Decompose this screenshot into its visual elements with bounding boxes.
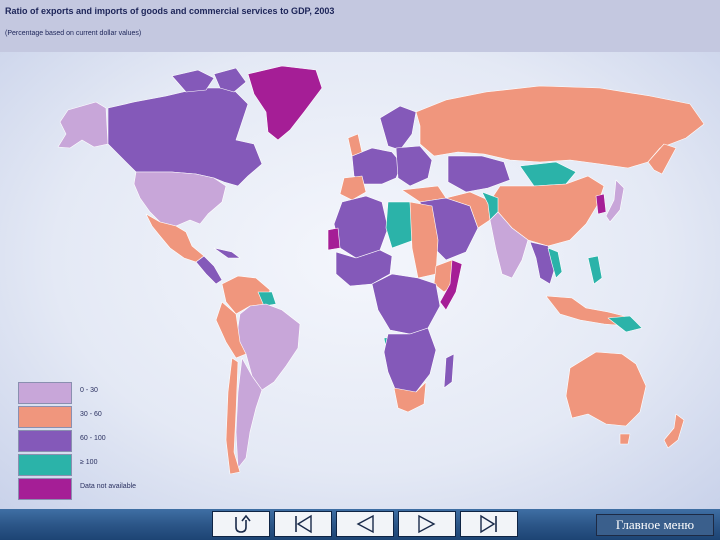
next-button[interactable] <box>398 511 456 537</box>
last-slide-icon <box>480 514 497 534</box>
region-korea <box>595 193 607 215</box>
legend-label-1: 30 - 60 <box>80 411 102 418</box>
prev-triangle-icon <box>356 514 374 534</box>
first-button[interactable] <box>274 511 332 537</box>
map-title: Ratio of exports and imports of goods an… <box>5 6 335 16</box>
region-new-zealand <box>663 413 685 449</box>
prev-button[interactable] <box>336 511 394 537</box>
region-iberia <box>339 175 367 201</box>
region-central-america <box>195 255 223 285</box>
legend-item-2: 60 - 100 <box>18 430 158 452</box>
navigation-bar: Главное меню <box>0 509 720 540</box>
legend-item-1: 30 - 60 <box>18 406 158 428</box>
region-libya <box>385 201 415 249</box>
map-subtitle: (Percentage based on current dollar valu… <box>5 30 142 37</box>
region-western-sahara <box>327 227 341 251</box>
legend-item-4: Data not available <box>18 478 158 500</box>
legend-item-3: ≥ 100 <box>18 454 158 476</box>
region-north-africa-west <box>333 195 389 259</box>
region-greenland <box>247 65 323 141</box>
legend-label-4: Data not available <box>80 483 137 490</box>
region-central-africa <box>371 273 441 335</box>
return-arrow-icon <box>235 514 251 533</box>
region-caribbean <box>213 247 241 259</box>
region-japan <box>605 179 625 223</box>
legend-label-2: 60 - 100 <box>80 435 106 442</box>
return-button[interactable] <box>212 511 270 537</box>
first-slide-icon <box>295 514 312 534</box>
legend-swatch-0 <box>18 382 72 404</box>
region-philippines <box>587 255 603 285</box>
region-southern-africa <box>383 327 437 397</box>
legend-item-0: 0 - 30 <box>18 382 158 404</box>
region-australia <box>565 351 647 427</box>
region-tasmania <box>619 433 631 445</box>
legend-label-0: 0 - 30 <box>80 387 98 394</box>
region-eastern-europe <box>395 145 433 187</box>
region-mongolia <box>519 161 577 187</box>
region-scandinavia <box>379 105 417 151</box>
legend-swatch-4 <box>18 478 72 500</box>
next-triangle-icon <box>418 514 436 534</box>
region-alaska <box>57 101 109 149</box>
nav-button-group <box>212 511 524 537</box>
legend-swatch-2 <box>18 430 72 452</box>
region-canada <box>107 87 263 187</box>
legend-swatch-1 <box>18 406 72 428</box>
region-uk <box>347 133 363 157</box>
region-madagascar <box>443 353 455 389</box>
legend-swatch-3 <box>18 454 72 476</box>
legend-label-3: ≥ 100 <box>80 459 98 466</box>
last-button[interactable] <box>460 511 518 537</box>
main-menu-button[interactable]: Главное меню <box>596 514 714 536</box>
header-bar: Ratio of exports and imports of goods an… <box>0 0 720 52</box>
